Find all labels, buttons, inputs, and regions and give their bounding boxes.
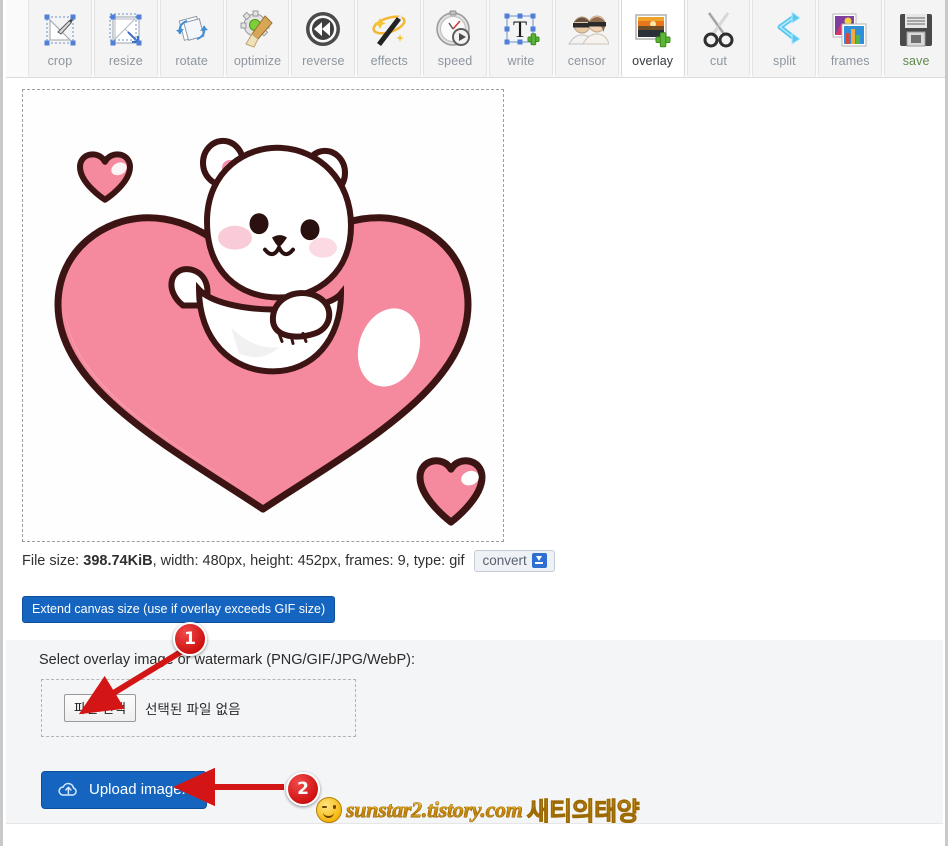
svg-text:T: T [513,17,527,42]
write-icon: T [498,7,544,53]
no-file-selected-label: 선택된 파일 없음 [144,702,241,718]
editor-toolbar: crop resize rotate optimize reverse effe… [6,0,945,78]
upload-image-label: Upload image! [89,781,186,798]
overlay-form-prompt: Select overlay image or watermark (PNG/G… [39,652,416,668]
overlay-icon [630,7,676,53]
tool-label: censor [567,54,606,68]
tool-split[interactable]: split [752,0,817,77]
winking-face-icon [316,797,342,823]
cloud-upload-icon [58,781,79,798]
censor-icon [564,7,610,53]
crop-icon [37,7,83,53]
file-size-value: 398.74KiB [83,553,153,569]
tool-label: optimize [233,54,282,68]
tool-label: save [902,54,930,68]
gif-preview-canvas[interactable] [22,89,504,542]
annotation-badge-2: 2 [286,772,320,806]
reverse-icon [300,7,346,53]
file-info-line: File size: 398.74KiB, width: 480px, heig… [22,550,555,572]
tool-label: frames [830,54,870,68]
convert-button[interactable]: convert [473,550,555,572]
tool-label: reverse [302,54,345,68]
cut-icon [696,7,742,53]
tool-label: write [507,54,535,68]
watermark-url: sunstar2.tistory.com [346,797,523,823]
file-meta-rest: , width: 480px, height: 452px, frames: 9… [152,553,465,569]
tool-frames[interactable]: frames [818,0,883,77]
choose-file-button[interactable]: 파일 선택 [64,694,136,722]
tool-reverse[interactable]: reverse [291,0,356,77]
tool-cut[interactable]: cut [686,0,751,77]
preview-illustration [23,90,503,541]
tool-label: resize [108,54,143,68]
tool-overlay[interactable]: overlay [620,0,685,77]
save-icon [893,7,939,53]
page-root: crop resize rotate optimize reverse effe… [0,0,948,846]
tool-write[interactable]: T write [489,0,553,77]
effects-icon [366,7,412,53]
tool-optimize[interactable]: optimize [225,0,290,77]
tool-label: crop [47,54,73,68]
optimize-icon [235,7,281,53]
tool-label: cut [710,54,728,68]
file-drop-zone[interactable]: 파일 선택 선택된 파일 없음 [41,679,356,737]
tool-rotate[interactable]: rotate [159,0,224,77]
page-bottom-strip [6,823,943,846]
resize-icon [103,7,149,53]
tool-save[interactable]: save [884,0,945,77]
tool-censor[interactable]: censor [554,0,619,77]
extend-canvas-size-button[interactable]: Extend canvas size (use if overlay excee… [22,596,336,623]
tool-crop[interactable]: crop [28,0,92,77]
tool-effects[interactable]: effects [357,0,422,77]
tool-label: effects [370,54,408,68]
tool-label: split [773,54,796,68]
tool-label: speed [437,54,473,68]
tool-speed[interactable]: speed [423,0,488,77]
frames-icon [827,7,873,53]
convert-label: convert [482,553,527,568]
tool-label: rotate [175,54,208,68]
split-icon [761,7,807,53]
tool-resize[interactable]: resize [93,0,158,77]
tool-label: overlay [632,54,674,68]
speed-icon [432,7,478,53]
file-size-label: File size: [22,553,80,569]
rotate-icon [169,7,215,53]
annotation-badge-1: 1 [173,622,207,656]
download-icon [531,553,547,568]
upload-image-button[interactable]: Upload image! [41,771,207,809]
